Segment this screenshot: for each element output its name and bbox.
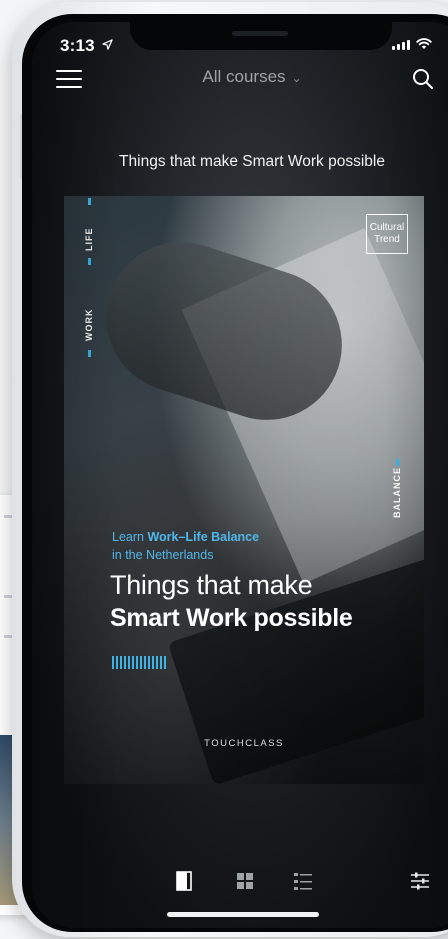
course-card[interactable]: Cultural Trend LIFE WORK BALANCE Learn Wo…: [64, 196, 424, 784]
wifi-icon: [416, 38, 432, 49]
course-title-line1: Things that make: [110, 570, 313, 600]
vertical-label-work: WORK: [84, 308, 94, 342]
vertical-label-balance: BALANCE: [392, 467, 402, 518]
list-view-icon[interactable]: [294, 871, 312, 891]
app-mockup: 3:13 All courses ⌄ Things that make Smar…: [0, 0, 448, 939]
status-icons: [392, 38, 432, 50]
search-icon[interactable]: [412, 68, 434, 90]
single-view-icon[interactable]: [176, 871, 192, 891]
course-filter-dropdown[interactable]: All courses ⌄: [32, 67, 448, 87]
home-indicator[interactable]: [167, 912, 319, 917]
course-tagline-sub: in the Netherlands: [112, 548, 214, 562]
filter-sliders-icon[interactable]: [410, 871, 430, 891]
chevron-down-icon: ⌄: [291, 71, 302, 85]
brand-logo: TOUCHCLASS: [204, 738, 284, 749]
cultural-trend-badge: Cultural Trend: [366, 214, 408, 254]
location-arrow-icon: [102, 39, 113, 50]
course-filter-label: All courses: [202, 67, 286, 86]
vertical-label-life: LIFE: [84, 227, 94, 252]
course-heading: Things that make Smart Work possible: [119, 153, 385, 170]
barcode-decoration: [112, 656, 166, 669]
course-tagline: Learn Work–Life Balance: [112, 530, 260, 544]
grid-view-icon[interactable]: [236, 871, 254, 891]
signal-icon: [392, 40, 410, 50]
course-title-line2: Smart Work possible: [110, 604, 353, 632]
app-screen: 3:13 All courses ⌄ Things that make Smar…: [32, 22, 448, 928]
notch: [130, 22, 392, 50]
status-time: 3:13: [60, 36, 113, 56]
